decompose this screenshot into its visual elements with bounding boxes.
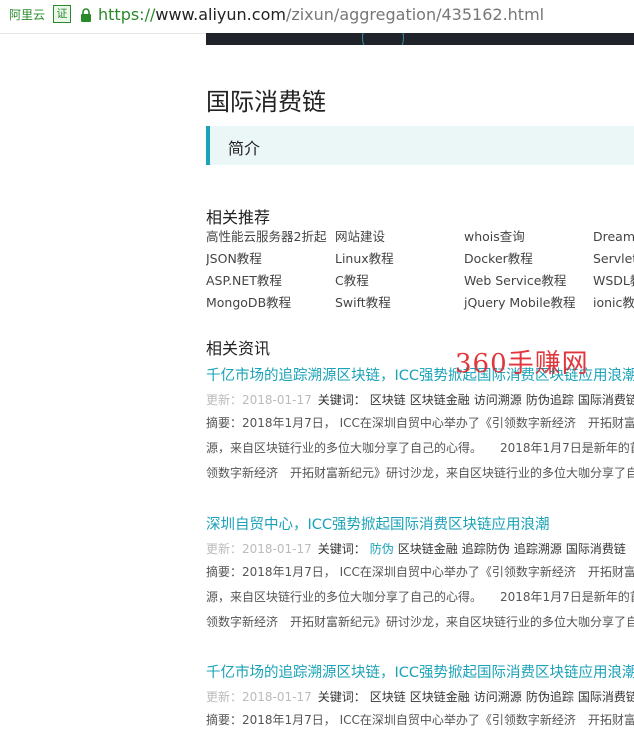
related-link[interactable]: MongoDB教程 (206, 292, 291, 314)
news-summary-line: 摘要：2018年1月7日， ICC在深圳自贸中心举办了《引领数字新经济 开拓财富… (206, 416, 634, 430)
page-title: 国际消费链 (206, 88, 326, 116)
keyword-link[interactable]: 追踪防伪 (462, 542, 510, 556)
keywords-label: 关键词： (317, 690, 366, 704)
news-summary-line: 领数字新经济 开拓财富新纪元》研讨沙龙，来自区块链行业的多位大咖分享了自 (206, 615, 634, 629)
keyword-link[interactable]: 国际消费链 (578, 393, 634, 407)
news-heading: 相关资讯 (206, 339, 271, 358)
news-summary-line: 摘要：2018年1月7日， ICC在深圳自贸中心举办了《引领数字新经济 开拓财富… (206, 565, 634, 579)
related-link[interactable]: C教程 (335, 270, 369, 292)
related-link[interactable]: jQuery Mobile教程 (464, 292, 575, 314)
keyword-link[interactable]: 区块链金融 (398, 542, 458, 556)
banner-ring-decoration (362, 33, 404, 45)
url-scheme: https:// (98, 5, 156, 24)
keyword-link[interactable]: 访问溯源 (474, 393, 522, 407)
address-bar[interactable]: 阿里云 证 https://www.aliyun.com/zixun/aggre… (0, 0, 634, 34)
keyword-link[interactable]: 防伪追踪 (526, 393, 574, 407)
news-item: 深圳自贸中心，ICC强势掀起国际消费区块链应用浪潮 更新：2018-01-17 关… (206, 514, 634, 634)
keyword-link[interactable]: 防伪 (370, 542, 394, 556)
related-link[interactable]: whois查询 (464, 226, 525, 248)
news-item: 千亿市场的追踪溯源区块链，ICC强势掀起国际消费区块链应用浪潮 更新：2018-… (206, 365, 634, 485)
related-link[interactable]: 高性能云服务器2折起 (206, 226, 326, 248)
keyword-link[interactable]: 防伪追踪 (526, 690, 574, 704)
top-banner (206, 33, 634, 45)
related-link[interactable]: Swift教程 (335, 292, 391, 314)
keyword-link[interactable]: 国际消费链 (578, 690, 634, 704)
keyword-link[interactable]: 区块链 (370, 690, 406, 704)
related-link[interactable]: Servlet (593, 248, 634, 270)
news-updated: 更新：2018-01-17 (206, 542, 312, 556)
watermark-logo: 360手赚网 (455, 349, 589, 379)
news-summary-line: 领数字新经济 开拓财富新纪元》研讨沙龙，来自区块链行业的多位大咖分享了自 (206, 466, 634, 480)
related-link[interactable]: ionic教 (593, 292, 634, 314)
news-updated: 更新：2018-01-17 (206, 393, 312, 407)
related-link[interactable]: Linux教程 (335, 248, 394, 270)
news-summary-line: 源，来自区块链行业的多位大咖分享了自己的心得。 2018年1月7日是新年的首 (206, 441, 634, 455)
news-summary-line: 摘要：2018年1月7日， ICC在深圳自贸中心举办了《引领数字新经济 开拓财富… (206, 713, 634, 727)
url-host: www.aliyun.com (155, 5, 286, 24)
certificate-badge-icon[interactable]: 证 (53, 5, 71, 23)
keyword-link[interactable]: 区块链 (370, 393, 406, 407)
related-link[interactable]: Web Service教程 (464, 270, 566, 292)
keyword-link[interactable]: 区块链金融 (410, 690, 470, 704)
related-link[interactable]: WSDL教 (593, 270, 634, 292)
news-meta: 更新：2018-01-17 关键词： 区块链 区块链金融 访问溯源 防伪追踪 国际消费链 (206, 389, 634, 411)
intro-section: 简介 (206, 126, 634, 165)
news-item: 千亿市场的追踪溯源区块链，ICC强势掀起国际消费区块链应用浪潮 更新：2018-… (206, 662, 634, 731)
related-links-grid: 高性能云服务器2折起 网站建设 whois查询 Dreamw JSON教程 Li… (206, 226, 634, 314)
keyword-link[interactable]: 追踪溯源 (514, 542, 562, 556)
keyword-link[interactable]: 国际消费链 (566, 542, 626, 556)
lock-icon (80, 7, 92, 26)
news-meta: 更新：2018-01-17 关键词： 防伪 区块链金融 追踪防伪 追踪溯源 国际消费链 (206, 538, 634, 560)
intro-label: 简介 (228, 139, 261, 158)
related-link[interactable]: Dreamw (593, 226, 634, 248)
keywords-label: 关键词： (317, 393, 366, 407)
related-link[interactable]: Docker教程 (464, 248, 533, 270)
url-path: /zixun/aggregation/435162.html (285, 5, 545, 24)
keyword-link[interactable]: 访问溯源 (474, 690, 522, 704)
related-heading: 相关推荐 (206, 208, 271, 227)
keyword-link[interactable]: 区块链金融 (410, 393, 470, 407)
site-identity-label[interactable]: 阿里云 (9, 6, 45, 24)
keywords-label: 关键词： (317, 542, 366, 556)
news-title-link[interactable]: 深圳自贸中心，ICC强势掀起国际消费区块链应用浪潮 (206, 514, 634, 536)
related-link[interactable]: ASP.NET教程 (206, 270, 282, 292)
related-link[interactable]: 网站建设 (335, 226, 385, 248)
news-summary-line: 源，来自区块链行业的多位大咖分享了自己的心得。 2018年1月7日是新年的首 (206, 590, 634, 604)
news-updated: 更新：2018-01-17 (206, 690, 312, 704)
related-link[interactable]: JSON教程 (206, 248, 262, 270)
news-title-link[interactable]: 千亿市场的追踪溯源区块链，ICC强势掀起国际消费区块链应用浪潮 (206, 662, 634, 684)
url-text[interactable]: https://www.aliyun.com/zixun/aggregation… (98, 4, 544, 26)
news-meta: 更新：2018-01-17 关键词： 区块链 区块链金融 访问溯源 防伪追踪 国际消费链 (206, 686, 634, 708)
